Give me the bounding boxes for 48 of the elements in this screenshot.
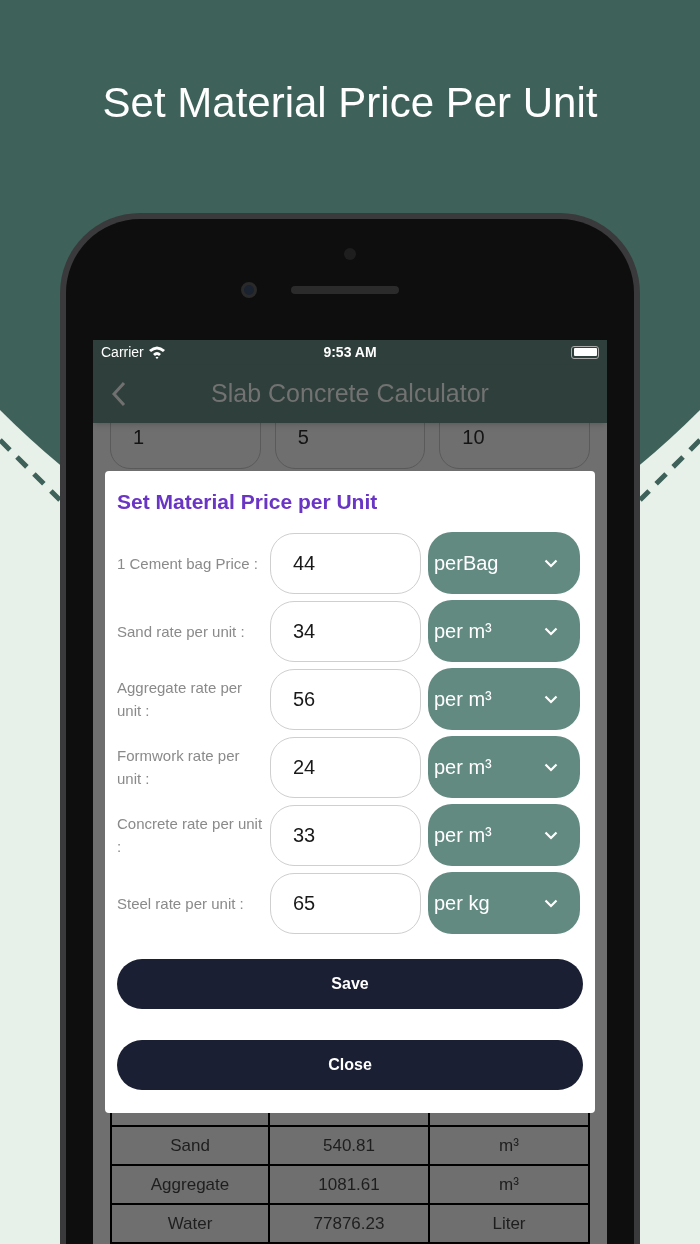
table-cell-text: m³ <box>498 1173 520 1196</box>
table-cell: Aggregate <box>112 1166 270 1203</box>
price-label: Concrete rate per unit : <box>117 814 264 857</box>
price-label: Sand rate per unit : <box>117 621 246 642</box>
price-label: Steel rate per unit : <box>117 893 245 914</box>
ratio-field[interactable]: 10 <box>439 423 590 469</box>
carrier-label: Carrier <box>101 342 144 362</box>
table-cell: 540.81 <box>270 1127 430 1164</box>
battery-icon <box>571 345 599 359</box>
table-cell: Sand <box>112 1127 270 1164</box>
price-field[interactable]: 34 <box>270 600 421 662</box>
price-field[interactable]: 65 <box>270 872 421 934</box>
chevron-down-icon <box>544 694 558 704</box>
wifi-icon <box>147 345 166 360</box>
unit-dropdown[interactable]: per m³ <box>428 668 580 730</box>
price-label: Formwork rate per unit : <box>117 746 241 789</box>
price-field[interactable]: 24 <box>270 736 421 798</box>
price-field[interactable]: 44 <box>270 532 421 594</box>
app-title: Slab Concrete Calculator <box>210 378 490 410</box>
price-label: Aggregate rate per unit : <box>117 678 244 721</box>
ratio-field[interactable]: 1 <box>110 423 261 469</box>
unit-dropdown[interactable]: perBag <box>428 532 580 594</box>
table-cell: Water <box>112 1205 270 1242</box>
chevron-down-icon <box>544 558 558 568</box>
chevron-down-icon <box>544 762 558 772</box>
price-field[interactable]: 33 <box>270 804 421 866</box>
unit-dropdown[interactable]: per kg <box>428 872 580 934</box>
table-cell-text: m³ <box>498 1134 520 1157</box>
back-icon[interactable] <box>111 380 127 407</box>
clock: 9:53 AM <box>323 342 377 362</box>
headline: Set Material Price Per Unit <box>102 78 598 128</box>
save-button[interactable]: Save <box>117 959 583 1009</box>
chevron-down-icon <box>544 626 558 636</box>
ratio-field[interactable]: 5 <box>274 423 426 469</box>
chevron-down-icon <box>544 898 558 908</box>
price-label: 1 Cement bag Price : <box>117 553 259 574</box>
chevron-down-icon <box>544 830 558 840</box>
camera-icon <box>241 282 257 298</box>
unit-dropdown[interactable]: per m³ <box>428 600 580 662</box>
table-cell-text: Liter <box>491 1212 527 1235</box>
price-field[interactable]: 56 <box>270 668 421 730</box>
close-button[interactable]: Close <box>117 1040 583 1090</box>
table-cell: 1081.61 <box>270 1166 430 1203</box>
unit-dropdown[interactable]: per m³ <box>428 736 580 798</box>
dialog-title: Set Material Price per Unit <box>117 489 379 515</box>
table-cell: 77876.23 <box>270 1205 430 1242</box>
unit-dropdown[interactable]: per m³ <box>428 804 580 866</box>
speaker-icon <box>291 286 399 294</box>
